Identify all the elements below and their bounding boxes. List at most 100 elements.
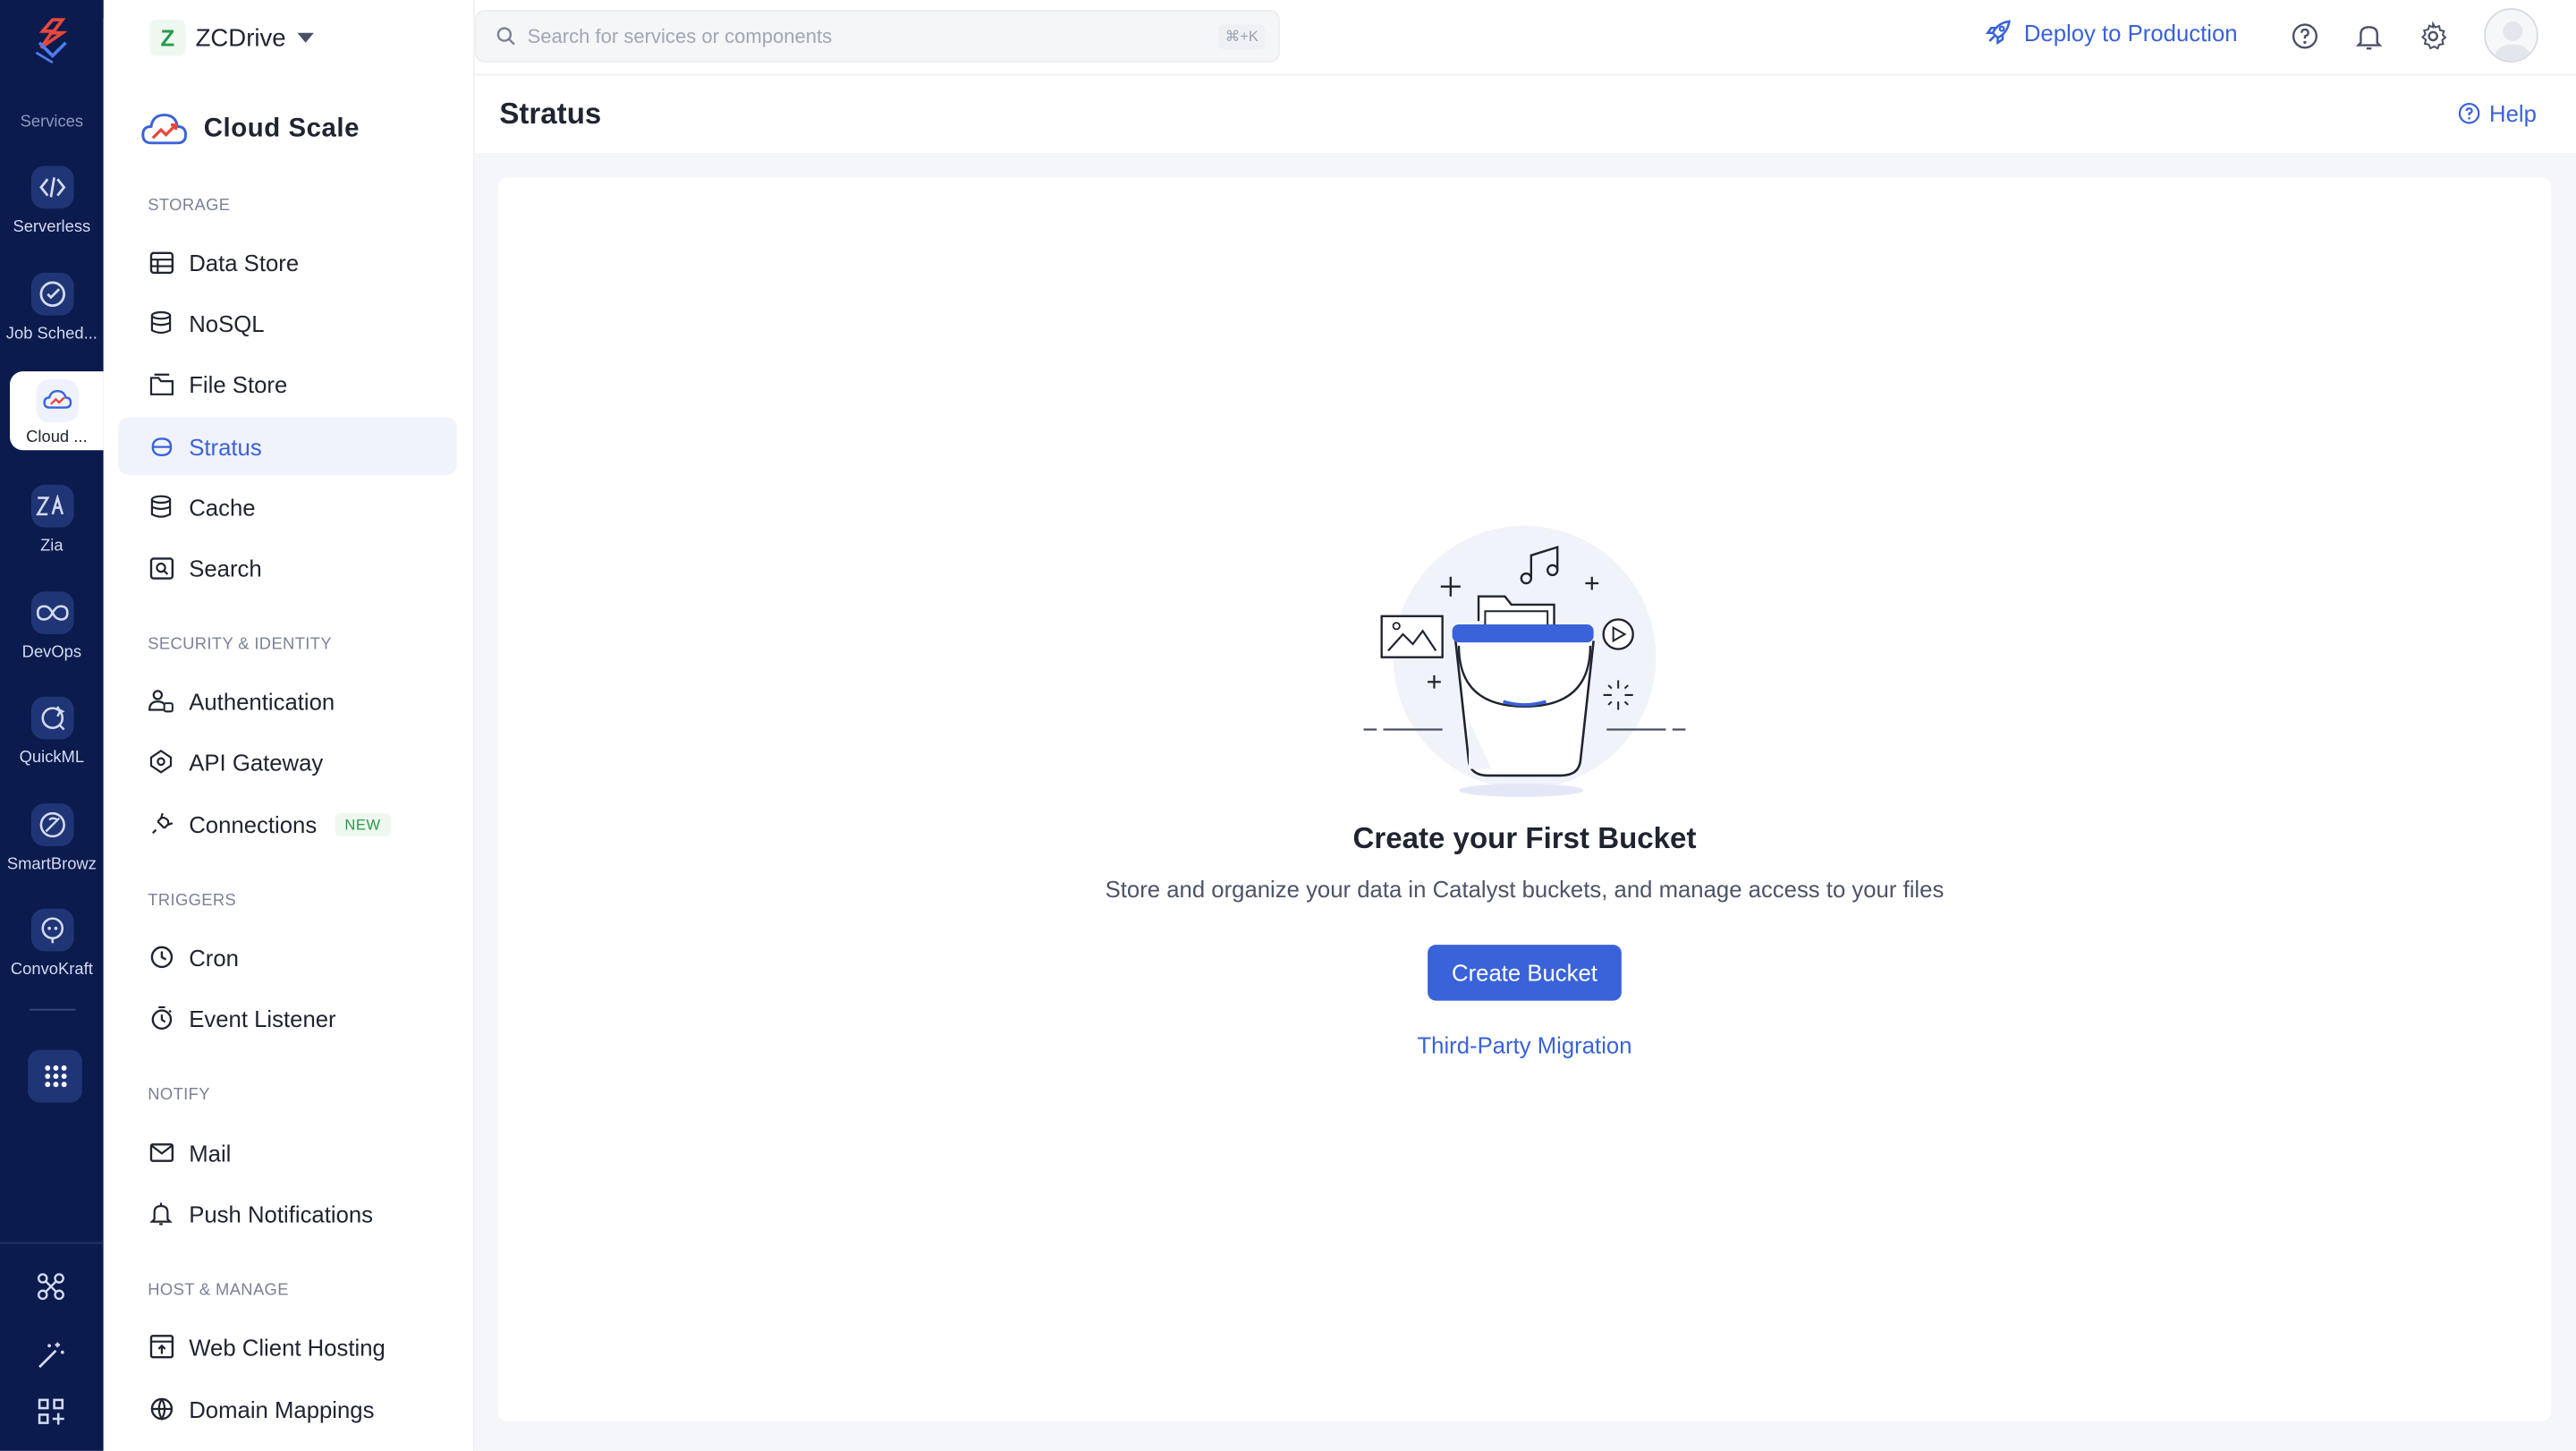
sidebar-item-cron[interactable]: Cron <box>118 929 456 986</box>
smartbrowz-icon <box>30 803 73 846</box>
cloud-scale-sidebar: Z ZCDrive Cloud Scale STORAGE Data Store… <box>103 0 475 1451</box>
folder-icon <box>148 370 174 396</box>
rail-item-devops[interactable]: DevOps <box>0 591 104 690</box>
settings-gear-icon[interactable] <box>2419 21 2448 51</box>
project-name: ZCDrive <box>195 23 286 52</box>
clock-icon <box>148 944 174 970</box>
rail-item-zia[interactable]: Zia <box>0 484 104 583</box>
sidebar-item-cache[interactable]: Cache <box>118 478 456 535</box>
rail-item-label: Zia <box>40 537 64 556</box>
help-circle-icon[interactable] <box>2290 21 2319 51</box>
cache-icon <box>148 494 174 520</box>
catalyst-logo-icon[interactable] <box>30 16 75 65</box>
rail-bottom-tools <box>0 1242 104 1451</box>
convokraft-icon <box>30 908 73 952</box>
database-icon <box>148 310 174 335</box>
section-label-notify: NOTIFY <box>148 1086 210 1105</box>
all-services-grid-icon[interactable] <box>28 1049 82 1103</box>
empty-state-subtitle: Store and organize your data in Catalyst… <box>1105 875 1945 903</box>
zia-icon <box>30 484 73 528</box>
globe-icon <box>148 1396 174 1421</box>
sidebar-item-mail[interactable]: Mail <box>118 1124 456 1181</box>
rail-item-quickml[interactable]: QuickML <box>0 696 104 795</box>
help-label: Help <box>2489 100 2537 127</box>
notifications-bell-icon[interactable] <box>2354 21 2384 51</box>
rail-divider <box>30 1008 76 1011</box>
rail-item-label: SmartBrowz <box>6 855 97 875</box>
sidebar-item-label: File Store <box>189 370 288 397</box>
stopwatch-icon <box>148 1005 174 1031</box>
sidebar-item-stratus[interactable]: Stratus <box>118 417 457 475</box>
api-gateway-icon <box>148 749 174 775</box>
sidebar-item-api-gateway[interactable]: API Gateway <box>118 733 456 790</box>
page-header: Stratus Help <box>474 75 2576 153</box>
sidebar-item-label: Mail <box>189 1139 232 1167</box>
section-label-storage: STORAGE <box>148 197 231 216</box>
bucket-illustration-icon <box>1363 525 1686 797</box>
help-link[interactable]: Help <box>2458 100 2537 126</box>
sidebar-item-connections[interactable]: Connections NEW <box>118 795 456 853</box>
project-switcher[interactable]: Z ZCDrive <box>149 20 314 56</box>
bell-icon <box>148 1201 174 1226</box>
sidebar-item-web-client-hosting[interactable]: Web Client Hosting <box>118 1318 456 1375</box>
integrations-icon[interactable] <box>36 1272 65 1302</box>
rail-item-serverless[interactable]: Serverless <box>0 165 104 265</box>
new-badge: NEW <box>335 812 391 836</box>
rail-item-label: DevOps <box>21 643 82 663</box>
sidebar-item-label: Domain Mappings <box>189 1396 375 1422</box>
search-box-icon <box>148 555 174 581</box>
sidebar-item-label: Cache <box>189 493 256 521</box>
rail-item-convokraft[interactable]: ConvoKraft <box>0 908 104 1007</box>
sidebar-item-label: Push Notifications <box>189 1200 374 1227</box>
rail-item-label: ConvoKraft <box>10 961 93 980</box>
caret-down-icon <box>297 32 314 43</box>
sidebar-item-label: Authentication <box>189 687 335 715</box>
sidebar-item-file-store[interactable]: File Store <box>118 355 456 412</box>
sidebar-item-authentication[interactable]: Authentication <box>118 672 456 729</box>
sidebar-item-push-notifications[interactable]: Push Notifications <box>118 1184 456 1242</box>
add-widget-icon[interactable] <box>36 1396 65 1426</box>
rail-item-smartbrowz[interactable]: SmartBrowz <box>0 803 104 902</box>
sidebar-item-event-listener[interactable]: Event Listener <box>118 989 456 1047</box>
sidebar-title: Cloud Scale <box>203 115 360 143</box>
section-label-triggers: TRIGGERS <box>148 892 237 911</box>
user-avatar[interactable] <box>2484 8 2538 63</box>
rocket-icon <box>1986 20 2011 46</box>
cloud-scale-logo-icon <box>141 114 188 145</box>
user-silhouette-icon <box>2494 21 2532 61</box>
section-label-host: HOST & MANAGE <box>148 1281 289 1300</box>
web-hosting-icon <box>148 1334 174 1360</box>
sidebar-item-label: Search <box>189 554 262 581</box>
magic-wand-icon[interactable] <box>36 1341 65 1370</box>
sidebar-item-label: Event Listener <box>189 1005 336 1031</box>
users-icon <box>148 688 174 714</box>
rail-item-job-scheduling[interactable]: Job Sched... <box>0 272 104 371</box>
search-input[interactable] <box>527 24 1185 48</box>
search-shortcut: ⌘+K <box>1218 24 1266 50</box>
create-bucket-button[interactable]: Create Bucket <box>1428 945 1622 1001</box>
sidebar-header: Cloud Scale <box>141 106 360 152</box>
rail-item-cloud-scale[interactable]: Cloud ... <box>10 371 104 451</box>
sidebar-item-label: NoSQL <box>189 310 265 336</box>
empty-state-title: Create your First Bucket <box>1352 821 1697 855</box>
global-search[interactable]: ⌘+K <box>474 10 1280 63</box>
mail-icon <box>148 1140 174 1166</box>
sidebar-item-label: Cron <box>189 944 239 971</box>
plug-icon <box>148 810 174 836</box>
sidebar-item-label: Web Client Hosting <box>189 1333 386 1360</box>
sidebar-item-nosql[interactable]: NoSQL <box>118 294 456 352</box>
sidebar-item-label: Connections <box>189 810 318 837</box>
third-party-migration-link[interactable]: Third-Party Migration <box>1417 1031 1631 1057</box>
page-title: Stratus <box>499 97 602 131</box>
section-label-security: SECURITY & IDENTITY <box>148 635 332 655</box>
deploy-to-production-button[interactable]: Deploy to Production <box>1983 18 2238 47</box>
search-icon <box>496 27 515 46</box>
serverless-icon <box>30 165 73 209</box>
help-icon <box>2459 102 2480 124</box>
sidebar-item-label: API Gateway <box>189 748 324 776</box>
rail-services-label: Services <box>20 113 84 132</box>
stratus-bucket-icon <box>148 433 174 459</box>
sidebar-item-data-store[interactable]: Data Store <box>118 233 456 291</box>
sidebar-item-search[interactable]: Search <box>118 539 456 596</box>
sidebar-item-domain-mappings[interactable]: Domain Mappings <box>118 1380 456 1438</box>
